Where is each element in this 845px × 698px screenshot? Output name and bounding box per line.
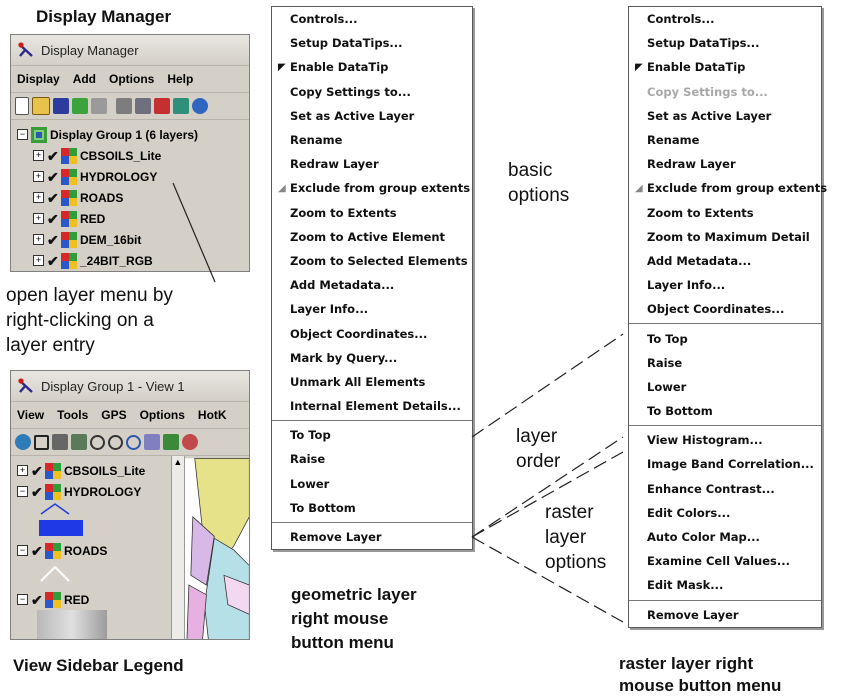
menu-item-zoom-to-extents[interactable]: Zoom to Extents — [629, 201, 821, 225]
menu-item-layer-info[interactable]: Layer Info... — [629, 273, 821, 297]
menu-item-controls[interactable]: Controls... — [629, 7, 821, 31]
menu-item-label: Exclude from group extents — [647, 181, 828, 196]
menu-item-label: Set as Active Layer — [647, 108, 772, 123]
menu-item-label: Enable DataTip — [647, 60, 746, 75]
menu-item-enable-datatip[interactable]: ◤ Enable DataTip — [629, 55, 821, 79]
menu-item-label: Raise — [647, 355, 683, 370]
menu-item-image-band-correlation[interactable]: Image Band Correlation... — [629, 452, 821, 476]
menu-item-set-as-active-layer[interactable]: Set as Active Layer — [629, 104, 821, 128]
separator — [629, 599, 821, 601]
menu-item-remove-layer[interactable]: Remove Layer — [629, 603, 821, 627]
menu-item-label: Image Band Correlation... — [647, 457, 814, 472]
separator — [629, 425, 821, 427]
raster-option-items: View Histogram... Image Band Correlation.… — [629, 428, 821, 597]
menu-item-label: Copy Settings to... — [647, 84, 768, 99]
menu-item-examine-cell-values[interactable]: Examine Cell Values... — [629, 549, 821, 573]
menu-item-zoom-to-maximum-detail[interactable]: Zoom to Maximum Detail — [629, 225, 821, 249]
menu-item-raise[interactable]: Raise — [629, 351, 821, 375]
menu-item-label: Edit Mask... — [647, 578, 724, 593]
menu-item-add-metadata[interactable]: Add Metadata... — [629, 249, 821, 273]
raster-layer-menu: Controls... Setup DataTips... ◤ Enable Data… — [628, 6, 827, 628]
menu-item-label: Layer Info... — [647, 278, 726, 293]
menu-item-redraw-layer[interactable]: Redraw Layer — [629, 152, 821, 176]
menu-item-label: Add Metadata... — [647, 253, 752, 268]
menu-item-label: To Bottom — [647, 404, 713, 419]
menu-item-object-coordinates[interactable]: Object Coordinates... — [629, 297, 821, 321]
menu-item-label: Object Coordinates... — [647, 302, 785, 317]
menu-item-exclude-from-group-extents[interactable]: ◢ Exclude from group extents — [629, 176, 827, 200]
menu-item-to-bottom[interactable]: To Bottom — [629, 399, 821, 423]
menu-item-label: Edit Colors... — [647, 505, 731, 520]
menu-item-label: Examine Cell Values... — [647, 554, 790, 569]
menu-item-label: Enhance Contrast... — [647, 481, 775, 496]
menu-item-to-top[interactable]: To Top — [629, 326, 821, 350]
raster-caption-line-1: raster layer right — [619, 654, 754, 673]
menu-item-view-histogram[interactable]: View Histogram... — [629, 428, 821, 452]
menu-item-rename[interactable]: Rename — [629, 128, 821, 152]
menu-item-edit-colors[interactable]: Edit Colors... — [629, 501, 821, 525]
menu-item-label: Auto Color Map... — [647, 530, 760, 545]
checked-flag-icon: ◤ — [635, 61, 643, 73]
separator — [629, 323, 821, 325]
menu-item-label: Lower — [647, 379, 687, 394]
menu-item-label: Controls... — [647, 12, 715, 27]
raster-basic-items: Controls... Setup DataTips... ◤ Enable Data… — [629, 7, 827, 321]
menu-item-enhance-contrast[interactable]: Enhance Contrast... — [629, 477, 821, 501]
raster-order-items: To Top Raise Lower To Bottom — [629, 326, 821, 423]
menu-item-label: Zoom to Extents — [647, 205, 754, 220]
menu-item-auto-color-map[interactable]: Auto Color Map... — [629, 525, 821, 549]
raster-caption-line-2: mouse button menu — [619, 676, 782, 695]
menu-item-label: Setup DataTips... — [647, 36, 760, 51]
menu-item-lower[interactable]: Lower — [629, 375, 821, 399]
raster-menu-caption: raster layer right mouse button menu — [619, 653, 781, 697]
unchecked-toggle-icon: ◢ — [635, 182, 643, 194]
menu-item-label: View Histogram... — [647, 433, 763, 448]
menu-item-label: Redraw Layer — [647, 157, 736, 172]
menu-item-copy-settings-to[interactable]: Copy Settings to... — [629, 80, 821, 104]
menu-item-setup-datatips[interactable]: Setup DataTips... — [629, 31, 821, 55]
menu-item-edit-mask[interactable]: Edit Mask... — [629, 573, 821, 597]
menu-item-label: Rename — [647, 133, 700, 148]
menu-item-label: To Top — [647, 331, 688, 346]
menu-item-label: Zoom to Maximum Detail — [647, 229, 810, 244]
